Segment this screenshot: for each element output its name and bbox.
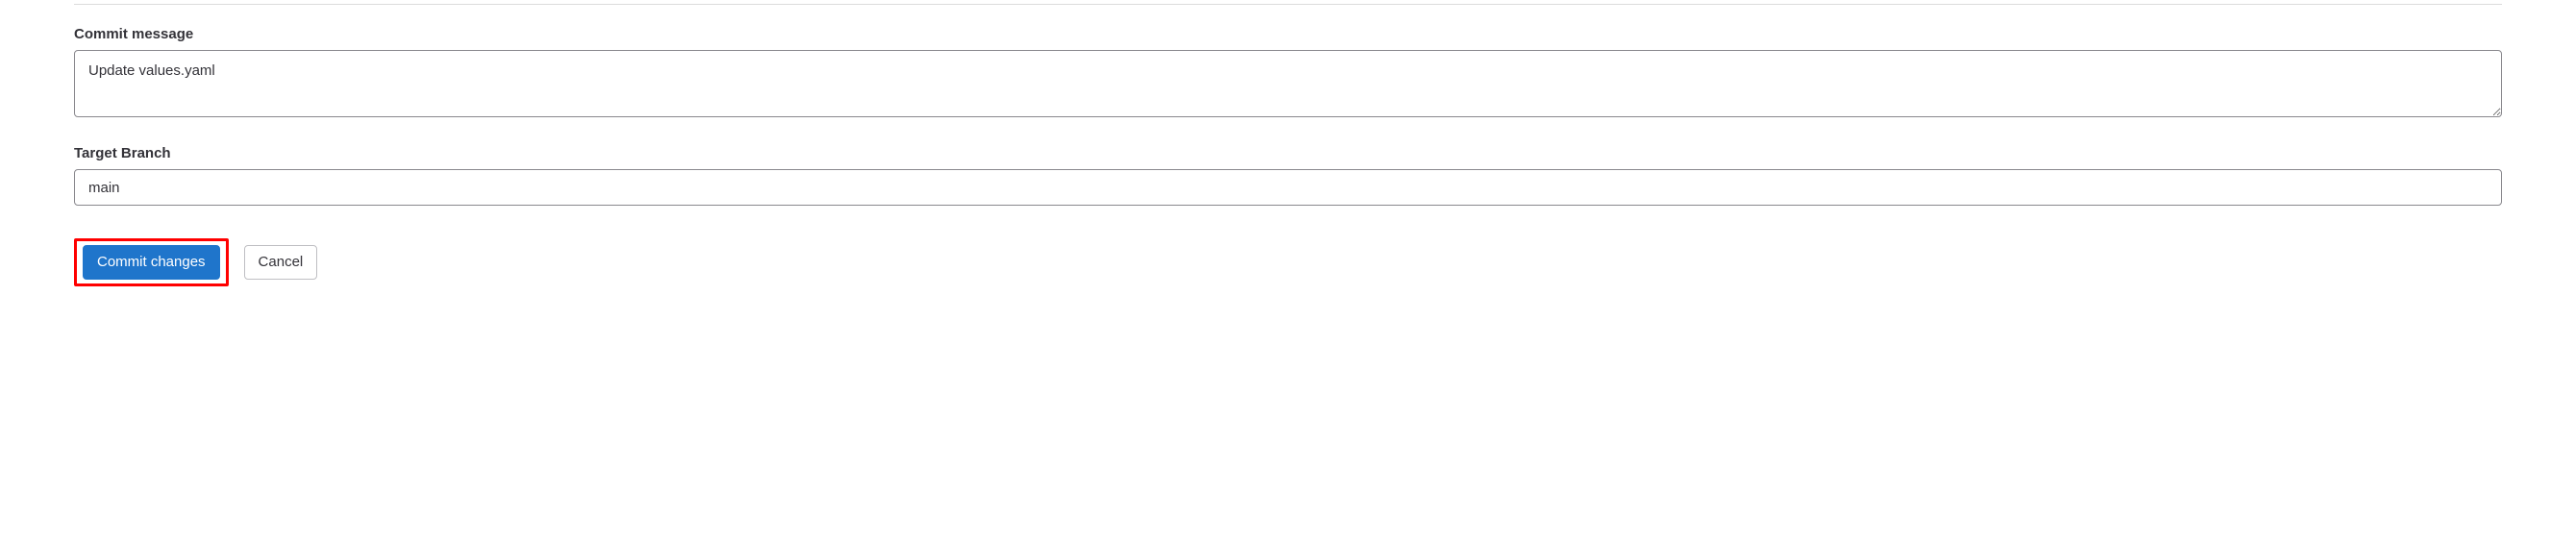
commit-message-field-group: Commit message Update values.yaml: [74, 26, 2502, 122]
divider: [74, 4, 2502, 5]
commit-button-highlight: Commit changes: [74, 238, 229, 286]
target-branch-label: Target Branch: [74, 145, 2502, 161]
target-branch-input[interactable]: [74, 169, 2502, 206]
target-branch-field-group: Target Branch: [74, 145, 2502, 206]
action-button-row: Commit changes Cancel: [74, 238, 2502, 286]
cancel-button[interactable]: Cancel: [244, 245, 318, 280]
commit-message-input[interactable]: Update values.yaml: [74, 50, 2502, 117]
commit-changes-button[interactable]: Commit changes: [83, 245, 220, 280]
commit-message-label: Commit message: [74, 26, 2502, 42]
